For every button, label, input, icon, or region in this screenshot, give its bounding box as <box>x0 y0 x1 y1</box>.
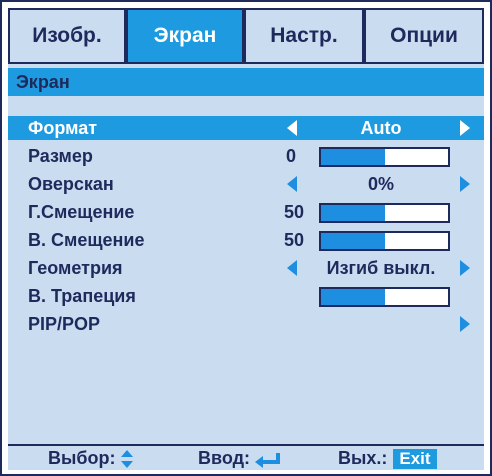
overscan-label: Оверскан <box>28 174 114 194</box>
up-down-arrow-icon <box>121 449 134 468</box>
keystone-slider[interactable] <box>319 287 450 307</box>
vshift-label: В. Смещение <box>28 230 145 250</box>
size-slider-fill <box>321 149 385 165</box>
exit-key-badge[interactable]: Exit <box>393 448 437 469</box>
keystone-slider-fill <box>321 289 385 305</box>
hshift-slider-fill <box>321 205 385 221</box>
right-arrow-icon[interactable] <box>460 316 470 332</box>
menu-item-size[interactable]: Размер 0 <box>8 144 484 168</box>
tab-screen[interactable]: Экран <box>128 10 242 62</box>
enter-key-icon <box>255 452 281 468</box>
size-label: Размер <box>28 146 93 166</box>
geometry-label: Геометрия <box>28 258 123 278</box>
menu-item-pip-pop[interactable]: PIP/POP <box>8 312 484 336</box>
footer-hints: Выбор: Ввод: Вых.: Exit <box>8 444 484 470</box>
tab-image[interactable]: Изобр. <box>10 10 124 62</box>
right-arrow-icon[interactable] <box>460 176 470 192</box>
hshift-value: 50 <box>283 202 304 222</box>
vshift-slider-fill <box>321 233 385 249</box>
size-value: 0 <box>285 146 296 166</box>
menu-item-geometry[interactable]: Геометрия Изгиб выкл. <box>8 256 484 280</box>
exit-hint: Вых.: Exit <box>338 448 437 469</box>
pip-pop-label: PIP/POP <box>28 314 101 334</box>
enter-hint: Ввод: <box>198 448 284 469</box>
tab-bar: Изобр. Экран Настр. Опции <box>8 8 484 64</box>
menu-item-keystone[interactable]: В. Трапеция <box>8 284 484 308</box>
geometry-value: Изгиб выкл. <box>326 258 436 278</box>
vshift-value: 50 <box>283 230 304 250</box>
menu-item-overscan[interactable]: Оверскан 0% <box>8 172 484 196</box>
menu-item-format[interactable]: Формат Auto <box>8 116 484 140</box>
vshift-slider[interactable] <box>319 231 450 251</box>
tab-settings[interactable]: Настр. <box>246 10 362 62</box>
menu-item-hshift[interactable]: Г.Смещение 50 <box>8 200 484 224</box>
hshift-label: Г.Смещение <box>28 202 135 222</box>
select-hint: Выбор: <box>48 448 135 469</box>
right-arrow-icon[interactable] <box>460 120 470 136</box>
size-slider[interactable] <box>319 147 450 167</box>
right-arrow-icon[interactable] <box>460 260 470 276</box>
section-title: Экран <box>8 68 484 96</box>
left-arrow-icon[interactable] <box>287 260 297 276</box>
left-arrow-icon[interactable] <box>287 176 297 192</box>
osd-panel: Изобр. Экран Настр. Опции Экран Формат A… <box>8 8 484 470</box>
exit-label: Вых.: <box>338 448 388 468</box>
format-label: Формат <box>28 118 98 138</box>
enter-label: Ввод: <box>198 448 251 468</box>
hshift-slider[interactable] <box>319 203 450 223</box>
keystone-label: В. Трапеция <box>28 286 136 306</box>
format-value: Auto <box>360 118 402 138</box>
select-label: Выбор: <box>48 448 116 468</box>
menu-item-vshift[interactable]: В. Смещение 50 <box>8 228 484 252</box>
osd-frame: Изобр. Экран Настр. Опции Экран Формат A… <box>0 0 492 476</box>
tab-options[interactable]: Опции <box>366 10 482 62</box>
left-arrow-icon[interactable] <box>287 120 297 136</box>
overscan-value: 0% <box>367 174 394 194</box>
